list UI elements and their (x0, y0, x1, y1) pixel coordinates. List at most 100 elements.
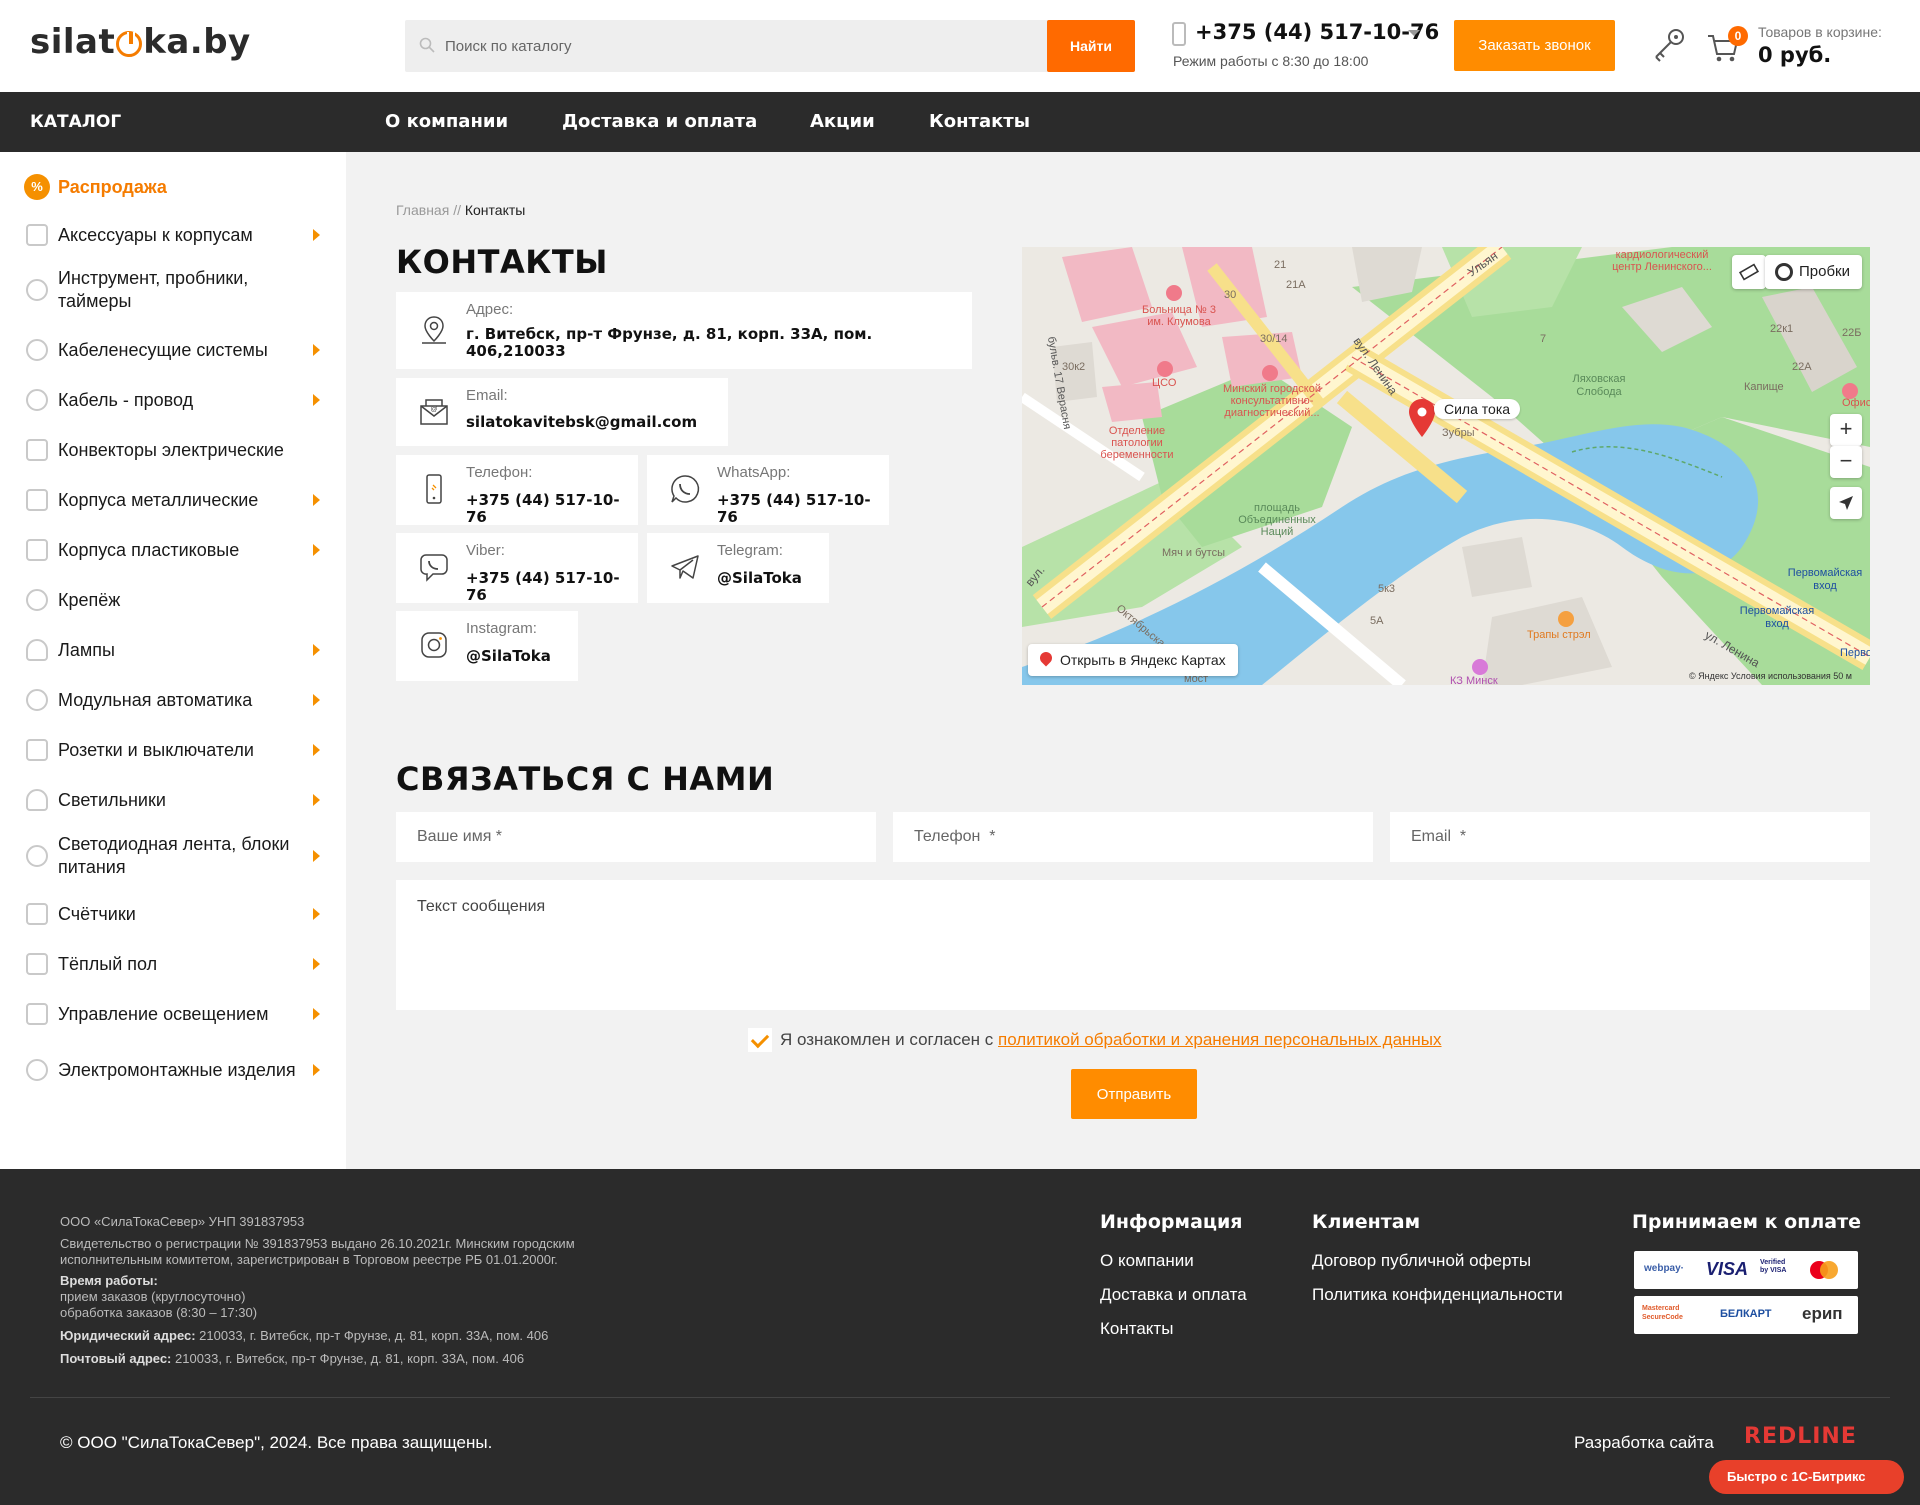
footer-link-privacy[interactable]: Политика конфиденциальности (1312, 1285, 1563, 1305)
instagram-value[interactable]: @SilaToka (466, 648, 551, 665)
footer-postal-address: Почтовый адрес: 210033, г. Витебск, пр-т… (60, 1351, 524, 1367)
map-label-n21: 21 (1274, 259, 1287, 271)
key-icon[interactable] (1648, 26, 1688, 66)
catalog-sidebar: % Распродажа Аксессуары к корпусам Инстр… (0, 152, 346, 1169)
cable-icon (26, 389, 48, 411)
phone-value[interactable]: +375 (44) 517-10-76 (466, 492, 638, 526)
zoom-out-button[interactable]: − (1830, 446, 1862, 478)
gear-icon (26, 279, 48, 301)
sidebar-item-label: Лампы (58, 639, 115, 660)
phone-field[interactable] (893, 812, 1373, 862)
sidebar-item-fasteners[interactable]: Крепёж (0, 585, 346, 615)
address-card: Адрес: г. Витебск, пр-т Фрунзе, д. 81, к… (396, 292, 972, 369)
footer-link-about[interactable]: О компании (1100, 1251, 1194, 1271)
breadcrumb-home[interactable]: Главная (396, 202, 449, 218)
sidebar-item-tools[interactable]: Инструмент, пробники, таймеры (0, 266, 346, 314)
site-logo[interactable]: silat ka.by (30, 22, 251, 62)
sidebar-item-luminaires[interactable]: Светильники (0, 785, 346, 815)
callback-button[interactable]: Заказать звонок (1454, 20, 1615, 71)
chevron-right-icon (313, 644, 320, 656)
chevron-right-icon (313, 394, 320, 406)
search-icon (419, 37, 435, 53)
payment-logos-row-2: Mastercard SecureCode БЕЛКАРТ ерип (1634, 1296, 1858, 1334)
sidebar-item-lamps[interactable]: Лампы (0, 635, 346, 665)
footer-postal-value: 210033, г. Витебск, пр-т Фрунзе, д. 81, … (171, 1351, 525, 1366)
sidebar-item-label: Кабеленесущие системы (58, 339, 268, 360)
email-field[interactable] (1390, 812, 1870, 862)
sidebar-item-label: Аксессуары к корпусам (58, 224, 253, 245)
sidebar-item-convectors[interactable]: Конвекторы электрические (0, 435, 346, 465)
cable-tray-icon (26, 339, 48, 361)
catalog-button[interactable]: КАТАЛОГ (30, 92, 121, 152)
whatsapp-label: WhatsApp: (717, 464, 791, 481)
sidebar-item-sockets[interactable]: Розетки и выключатели (0, 735, 346, 765)
search-input[interactable] (445, 20, 1045, 72)
nav-link-about[interactable]: О компании (385, 92, 508, 152)
map-label-ball: Мяч и бутсы (1162, 547, 1225, 559)
map-place-label[interactable]: Сила тока (1434, 399, 1521, 419)
footer-link-contacts[interactable]: Контакты (1100, 1319, 1173, 1339)
search-button[interactable]: Найти (1047, 20, 1135, 72)
chevron-down-icon[interactable] (1408, 30, 1420, 36)
sidebar-item-lighting-control[interactable]: Управление освещением (0, 999, 346, 1029)
sidebar-item-electrical-products[interactable]: Электромонтажные изделия (0, 1046, 346, 1094)
chevron-right-icon (313, 1008, 320, 1020)
footer-postal-label: Почтовый адрес: (60, 1351, 172, 1366)
viber-icon (420, 554, 448, 582)
ruler-icon (1738, 263, 1760, 281)
chevron-right-icon (313, 1064, 320, 1076)
form-title: СВЯЗАТЬСЯ С НАМИ (396, 760, 775, 798)
privacy-policy-link[interactable]: политикой обработки и хранения персональ… (998, 1030, 1442, 1049)
viber-value[interactable]: +375 (44) 517-10-76 (466, 570, 638, 604)
open-in-yandex-maps-button[interactable]: Открыть в Яндекс Картах (1028, 644, 1238, 676)
cart-total[interactable]: 0 руб. (1758, 43, 1831, 67)
map-label-hospital: Больница № 3 им. Клумова (1142, 304, 1216, 328)
sidebar-item-accessories[interactable]: Аксессуары к корпусам (0, 220, 346, 250)
nav-link-delivery[interactable]: Доставка и оплата (562, 92, 757, 152)
telegram-value[interactable]: @SilaToka (717, 570, 802, 587)
copyright: © ООО "СилаТокаСевер", 2024. Все права з… (60, 1433, 493, 1452)
redline-logo[interactable]: REDLINE (1744, 1424, 1857, 1449)
erip-logo: ерип (1802, 1304, 1843, 1323)
traffic-icon (1775, 263, 1793, 281)
whatsapp-value[interactable]: +375 (44) 517-10-76 (717, 492, 889, 526)
sidebar-item-sale[interactable]: % Распродажа (0, 172, 346, 202)
sidebar-item-cable-systems[interactable]: Кабеленесущие системы (0, 335, 346, 365)
header-phone[interactable]: +375 (44) 517-10-76 (1195, 20, 1439, 44)
footer-link-delivery[interactable]: Доставка и оплата (1100, 1285, 1247, 1305)
consent-checkbox[interactable] (748, 1028, 772, 1052)
map-copyright[interactable]: © Яндекс Условия использования 50 м (1689, 671, 1852, 681)
sidebar-item-plastic-enclosures[interactable]: Корпуса пластиковые (0, 535, 346, 565)
ruler-button[interactable] (1732, 255, 1766, 289)
plastic-box-icon (26, 539, 48, 561)
map-label-pervo-3: Перво (1840, 647, 1870, 659)
sidebar-item-label: Крепёж (58, 589, 121, 610)
name-field[interactable] (396, 812, 876, 862)
message-field[interactable] (396, 880, 1870, 1010)
nav-link-contacts[interactable]: Контакты (929, 92, 1030, 152)
sidebar-item-floor-heating[interactable]: Тёплый пол (0, 949, 346, 979)
sidebar-item-cable[interactable]: Кабель - провод (0, 385, 346, 415)
mobile-phone-icon (1172, 22, 1186, 46)
traffic-button[interactable]: Пробки (1765, 255, 1862, 289)
submit-button[interactable]: Отправить (1071, 1069, 1197, 1119)
logo-text-left: silat (30, 22, 116, 62)
footer-link-offer[interactable]: Договор публичной оферты (1312, 1251, 1531, 1271)
nav-link-promotions[interactable]: Акции (810, 92, 875, 152)
sidebar-item-meters[interactable]: Счётчики (0, 899, 346, 929)
email-value[interactable]: silatokavitebsk@gmail.com (466, 414, 697, 431)
footer-hours-label: Время работы: (60, 1273, 158, 1288)
sidebar-item-label: Электромонтажные изделия (58, 1059, 296, 1080)
zoom-in-button[interactable]: + (1830, 414, 1862, 446)
map-label-pervomaiskaya-1: Первомайская вход (1787, 567, 1863, 592)
sidebar-item-led-strip[interactable]: Светодиодная лента, блоки питания (0, 832, 346, 880)
breadcrumb-current: Контакты (464, 202, 526, 218)
footer-legal-value: 210033, г. Витебск, пр-т Фрунзе, д. 81, … (195, 1328, 549, 1343)
sidebar-item-label: Распродажа (58, 176, 167, 197)
yandex-map[interactable]: Больница № 3 им. Клумова ЦСО Минский гор… (1022, 247, 1870, 685)
sidebar-item-modular-automation[interactable]: Модульная автоматика (0, 685, 346, 715)
geolocation-button[interactable] (1830, 487, 1862, 519)
sidebar-item-metal-enclosures[interactable]: Корпуса металлические (0, 485, 346, 515)
bitrix-badge[interactable]: Быстро с 1С-Битрикс (1709, 1460, 1904, 1494)
instagram-label: Instagram: (466, 620, 537, 637)
